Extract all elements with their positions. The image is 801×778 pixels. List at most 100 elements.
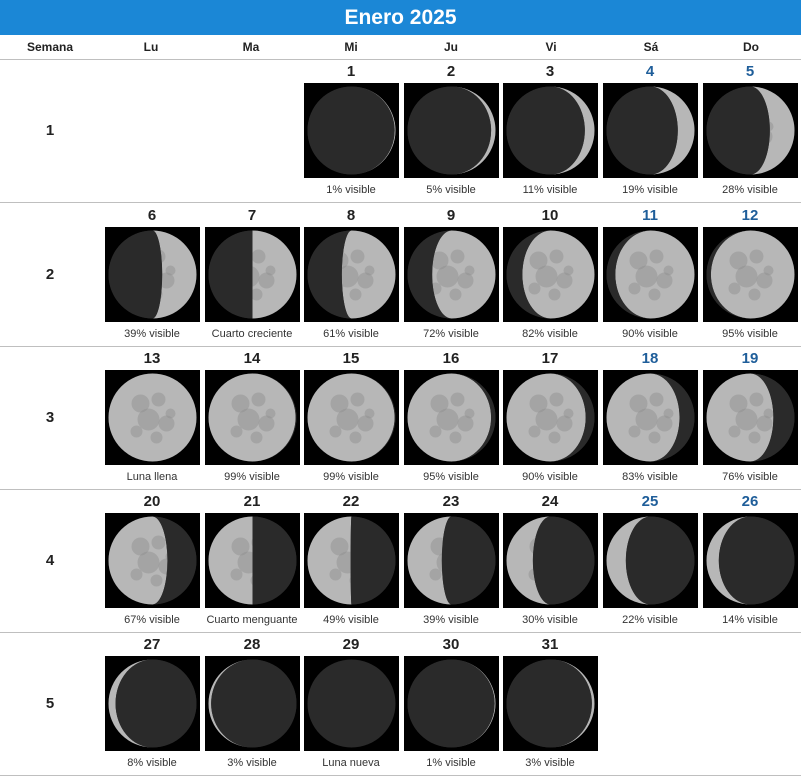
day-number: 27 (143, 636, 161, 653)
week-row: 4 20 67% visible 21 Cuarto menguante 22 49% vi… (0, 489, 801, 633)
day-number: 11 (642, 207, 658, 224)
moon-phase-image (503, 83, 598, 178)
day-number: 3 (545, 63, 555, 80)
moon-phase-image (404, 513, 499, 608)
header-semana: Semana (26, 40, 74, 54)
day-cell[interactable]: 4 19% visible (602, 59, 698, 202)
moon-phase-image (404, 227, 499, 322)
day-cell[interactable]: 29 Luna nueva (303, 632, 399, 775)
day-cell[interactable]: 24 30% visible (502, 489, 598, 632)
moon-phase-image (404, 656, 499, 751)
header-vi: Vi (545, 40, 557, 54)
visibility-label: 67% visible (124, 614, 180, 626)
visibility-label: 83% visible (622, 471, 678, 483)
day-cell[interactable]: 13 Luna llena (104, 346, 200, 489)
day-cell[interactable]: 20 67% visible (104, 489, 200, 632)
week-number: 1 (45, 122, 55, 139)
day-cell[interactable]: 12 95% visible (702, 203, 798, 346)
day-cell[interactable]: 1 1% visible (303, 59, 399, 202)
visibility-label: 90% visible (622, 328, 678, 340)
day-number: 30 (442, 636, 460, 653)
day-cell[interactable]: 19 76% visible (702, 346, 798, 489)
moon-phase-image (105, 656, 200, 751)
week-number: 2 (45, 266, 55, 283)
day-cell[interactable]: 7 Cuarto creciente (204, 203, 300, 346)
moon-phase-image (503, 227, 598, 322)
day-cell[interactable]: 3 11% visible (502, 59, 598, 202)
week-number: 5 (45, 695, 55, 712)
day-number: 14 (243, 350, 261, 367)
visibility-label: 39% visible (124, 328, 180, 340)
moon-phase-image (603, 83, 698, 178)
day-cell[interactable]: 2 5% visible (403, 59, 499, 202)
day-cell[interactable]: 11 90% visible (602, 203, 698, 346)
moon-phase-image (105, 513, 200, 608)
day-number: 23 (442, 493, 460, 510)
header-ju: Ju (443, 40, 458, 54)
day-number: 15 (342, 350, 360, 367)
day-cell[interactable]: 27 8% visible (104, 632, 200, 775)
visibility-label: 1% visible (426, 757, 476, 769)
day-number: 28 (243, 636, 261, 653)
day-cell[interactable]: 14 99% visible (204, 346, 300, 489)
day-cell[interactable]: 26 14% visible (702, 489, 798, 632)
week-row: 5 27 8% visible 28 3% visible 29 Luna nueva 30 1… (0, 632, 801, 776)
day-cell[interactable]: 15 99% visible (303, 346, 399, 489)
day-cell[interactable]: 5 28% visible (702, 59, 798, 202)
day-cell[interactable]: 23 39% visible (403, 489, 499, 632)
visibility-label: 3% visible (525, 757, 575, 769)
moon-phase-image (703, 370, 798, 465)
visibility-label: 95% visible (722, 328, 778, 340)
visibility-label: 3% visible (227, 757, 277, 769)
day-number: 13 (143, 350, 161, 367)
day-cell[interactable]: 18 83% visible (602, 346, 698, 489)
day-number: 25 (641, 493, 659, 510)
visibility-label: 82% visible (522, 328, 578, 340)
visibility-label: Cuarto menguante (206, 614, 298, 626)
day-number: 29 (342, 636, 360, 653)
moon-phase-image (603, 370, 698, 465)
day-number: 26 (741, 493, 759, 510)
calendar-title: Enero 2025 (0, 0, 801, 35)
visibility-label: 8% visible (127, 757, 177, 769)
header-ma: Ma (242, 40, 260, 54)
visibility-label: 11% visible (522, 184, 578, 196)
day-cell[interactable]: 25 22% visible (602, 489, 698, 632)
day-number: 12 (741, 207, 759, 224)
visibility-label: 76% visible (722, 471, 778, 483)
visibility-label: 19% visible (622, 184, 678, 196)
moon-phase-image (603, 227, 698, 322)
day-cell[interactable]: 17 90% visible (502, 346, 598, 489)
day-number: 1 (346, 63, 356, 80)
day-number: 19 (741, 350, 759, 367)
day-cell[interactable]: 28 3% visible (204, 632, 300, 775)
moon-phase-image (205, 227, 300, 322)
moon-phase-image (105, 227, 200, 322)
day-number: 16 (442, 350, 460, 367)
header-sa: Sá (643, 40, 659, 54)
visibility-label: 28% visible (722, 184, 778, 196)
moon-phase-image (404, 370, 499, 465)
visibility-label: 95% visible (423, 471, 479, 483)
day-number: 6 (147, 207, 157, 224)
visibility-label: Luna llena (126, 471, 178, 483)
moon-phase-image (503, 370, 598, 465)
day-cell[interactable]: 16 95% visible (403, 346, 499, 489)
header-mi: Mi (344, 40, 358, 54)
day-cell[interactable]: 10 82% visible (502, 203, 598, 346)
day-number: 24 (541, 493, 559, 510)
day-cell[interactable]: 30 1% visible (403, 632, 499, 775)
day-cell[interactable]: 8 61% visible (303, 203, 399, 346)
moon-phase-image (205, 656, 300, 751)
day-cell[interactable]: 9 72% visible (403, 203, 499, 346)
moon-phase-image (304, 370, 399, 465)
day-cell[interactable]: 31 3% visible (502, 632, 598, 775)
day-cell[interactable]: 21 Cuarto menguante (204, 489, 300, 632)
day-cell[interactable]: 22 49% visible (303, 489, 399, 632)
visibility-label: 22% visible (622, 614, 678, 626)
day-cell[interactable]: 6 39% visible (104, 203, 200, 346)
day-number: 22 (342, 493, 360, 510)
moon-phase-image (703, 83, 798, 178)
day-number: 21 (243, 493, 261, 510)
moon-phase-image (703, 227, 798, 322)
